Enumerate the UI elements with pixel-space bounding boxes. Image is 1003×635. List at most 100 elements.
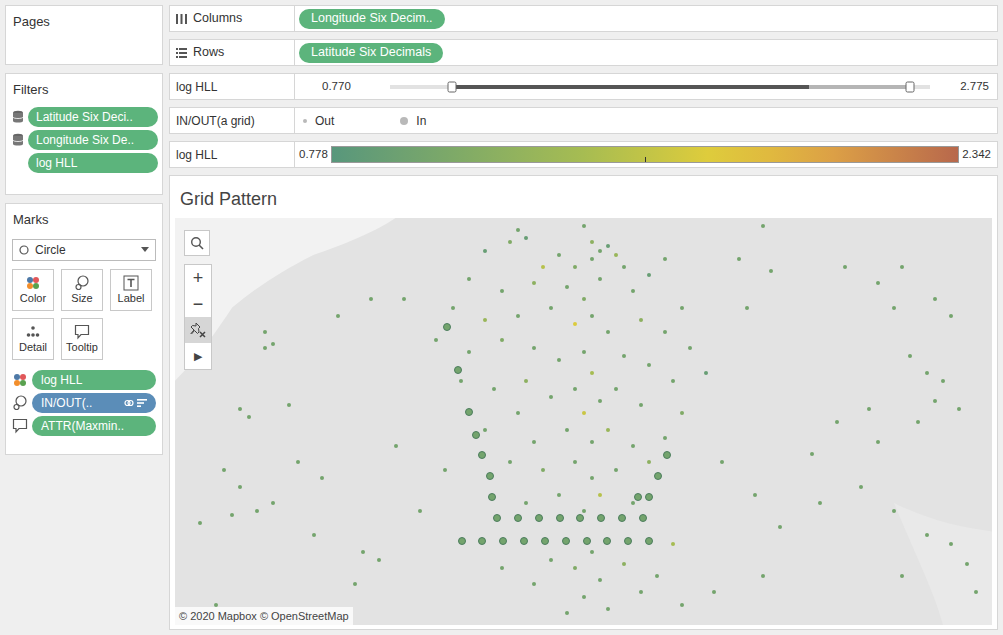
in-point[interactable] xyxy=(465,408,473,416)
out-point[interactable] xyxy=(614,468,618,472)
out-point[interactable] xyxy=(320,476,324,480)
out-point[interactable] xyxy=(590,550,594,554)
out-point[interactable] xyxy=(622,265,626,269)
out-point[interactable] xyxy=(263,330,267,334)
out-point[interactable] xyxy=(720,460,724,464)
in-point[interactable] xyxy=(562,537,570,545)
out-point[interactable] xyxy=(541,468,545,472)
tooltip-button[interactable]: Tooltip xyxy=(61,318,103,360)
out-point[interactable] xyxy=(451,306,455,310)
out-point[interactable] xyxy=(483,249,487,253)
out-point[interactable] xyxy=(949,542,953,546)
out-point[interactable] xyxy=(639,590,643,594)
detail-button[interactable]: Detail xyxy=(12,318,54,360)
in-point[interactable] xyxy=(645,493,653,501)
out-point[interactable] xyxy=(459,379,463,383)
out-point[interactable] xyxy=(663,436,667,440)
out-point[interactable] xyxy=(361,550,365,554)
out-point[interactable] xyxy=(573,322,577,326)
filter-row[interactable]: Latitude Six Deci.. xyxy=(10,107,158,127)
out-point[interactable] xyxy=(500,289,504,293)
out-point[interactable] xyxy=(222,468,226,472)
filter-pill[interactable]: log HLL xyxy=(28,153,158,173)
out-point[interactable] xyxy=(590,257,594,261)
in-point[interactable] xyxy=(576,514,584,522)
out-point[interactable] xyxy=(532,281,536,285)
out-point[interactable] xyxy=(483,428,487,432)
out-point[interactable] xyxy=(974,590,978,594)
out-point[interactable] xyxy=(598,399,602,403)
out-point[interactable] xyxy=(434,338,438,342)
out-point[interactable] xyxy=(198,521,202,525)
out-point[interactable] xyxy=(532,346,536,350)
in-point[interactable] xyxy=(472,431,480,439)
out-point[interactable] xyxy=(598,578,602,582)
out-point[interactable] xyxy=(238,485,242,489)
out-point[interactable] xyxy=(606,428,610,432)
zoom-in-button[interactable]: + xyxy=(185,265,211,291)
out-point[interactable] xyxy=(557,358,561,362)
zoom-out-button[interactable]: − xyxy=(185,291,211,317)
out-point[interactable] xyxy=(965,562,969,566)
out-point[interactable] xyxy=(933,399,937,403)
search-button[interactable] xyxy=(184,230,210,256)
out-point[interactable] xyxy=(639,403,643,407)
out-point[interactable] xyxy=(247,415,251,419)
in-point[interactable] xyxy=(535,514,543,522)
in-point[interactable] xyxy=(478,537,486,545)
out-point[interactable] xyxy=(647,363,651,367)
out-point[interactable] xyxy=(590,240,594,244)
out-point[interactable] xyxy=(516,411,520,415)
out-point[interactable] xyxy=(296,460,300,464)
filter-pill[interactable]: Latitude Six Deci.. xyxy=(28,107,158,127)
out-point[interactable] xyxy=(753,493,757,497)
out-point[interactable] xyxy=(565,285,569,289)
out-point[interactable] xyxy=(418,509,422,513)
out-point[interactable] xyxy=(704,371,708,375)
in-point[interactable] xyxy=(618,514,626,522)
out-point[interactable] xyxy=(680,306,684,310)
out-point[interactable] xyxy=(655,574,659,578)
out-point[interactable] xyxy=(761,224,765,228)
out-point[interactable] xyxy=(402,297,406,301)
out-point[interactable] xyxy=(671,542,675,546)
out-point[interactable] xyxy=(549,306,553,310)
out-point[interactable] xyxy=(639,318,643,322)
out-point[interactable] xyxy=(688,346,692,350)
in-point[interactable] xyxy=(499,537,507,545)
in-point[interactable] xyxy=(454,366,462,374)
in-point[interactable] xyxy=(624,537,632,545)
range-slider[interactable] xyxy=(390,85,930,89)
in-point[interactable] xyxy=(556,514,564,522)
out-point[interactable] xyxy=(532,440,536,444)
out-point[interactable] xyxy=(271,501,275,505)
filter-row[interactable]: Longitude Six De.. xyxy=(10,130,158,150)
out-point[interactable] xyxy=(443,468,447,472)
out-point[interactable] xyxy=(573,460,577,464)
out-point[interactable] xyxy=(255,509,259,513)
out-point[interactable] xyxy=(859,485,863,489)
out-point[interactable] xyxy=(949,314,953,318)
in-point[interactable] xyxy=(520,537,528,545)
rows-pill[interactable]: Latitude Six Decimals xyxy=(299,43,443,63)
out-point[interactable] xyxy=(712,590,716,594)
out-point[interactable] xyxy=(492,387,496,391)
out-point[interactable] xyxy=(818,501,822,505)
out-point[interactable] xyxy=(867,407,871,411)
out-point[interactable] xyxy=(516,228,520,232)
mark-pill-row[interactable]: log HLL xyxy=(12,370,156,390)
in-point[interactable] xyxy=(541,537,549,545)
out-point[interactable] xyxy=(524,501,528,505)
in-point[interactable] xyxy=(654,472,662,480)
clear-pins-button[interactable] xyxy=(185,317,211,343)
out-point[interactable] xyxy=(508,460,512,464)
out-point[interactable] xyxy=(606,330,610,334)
out-point[interactable] xyxy=(467,350,471,354)
in-point[interactable] xyxy=(514,514,522,522)
out-point[interactable] xyxy=(598,277,602,281)
out-point[interactable] xyxy=(590,314,594,318)
columns-shelf[interactable]: Columns Longitude Six Decim.. xyxy=(169,5,998,32)
in-point[interactable] xyxy=(583,537,591,545)
out-point[interactable] xyxy=(843,265,847,269)
mark-pill[interactable]: log HLL xyxy=(32,370,156,390)
